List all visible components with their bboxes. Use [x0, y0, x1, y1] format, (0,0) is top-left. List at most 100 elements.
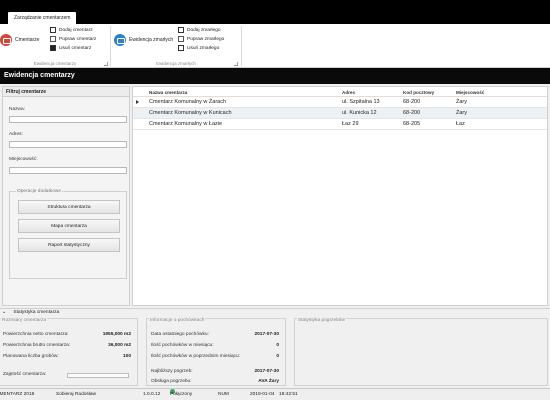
table-row[interactable]: Cmentarz Komunalny w Łazie Łaz 29 68-205…	[133, 119, 547, 130]
delete-deceased-label: Usuń zmarłego	[187, 45, 220, 51]
planned-graves-value: 100	[122, 354, 131, 359]
occupancy-progress-bar	[67, 373, 129, 378]
status-version: 1.0.0.12	[143, 392, 161, 397]
table-header: Nazwa cmentarza Adres Kod pocztowy Miejs…	[133, 87, 547, 97]
cell-address: ul. Kunicka 12	[342, 110, 377, 116]
statistics-header-label: Statystyka cmentarza	[13, 310, 60, 315]
city-input[interactable]	[9, 167, 127, 174]
page-title: Ewidencja cmentarzy	[0, 68, 550, 84]
cemetery-structure-button[interactable]: Struktura cmentarza	[18, 200, 120, 214]
gross-area-label: Powierzchnia brutto cmentarza:	[3, 343, 71, 348]
ribbon-tabbar: Zarządzanie cmentarzem	[0, 0, 550, 24]
add-deceased-button[interactable]: Dodaj zmarłego	[178, 27, 221, 33]
edit-deceased-button[interactable]: Popraw zmarłego	[178, 36, 224, 42]
burials-prev-month-label: Ilość pochówków w poprzednim miesiącu:	[151, 354, 241, 359]
edit-icon	[178, 36, 184, 42]
planned-graves-label: Planowana liczba grobów:	[3, 354, 59, 359]
statistics-panel-header[interactable]: ⌄ Statystyka cmentarza	[0, 308, 550, 316]
cell-postal-code: 68-205	[403, 121, 421, 127]
add-cemetery-button[interactable]: Dodaj cmentarz	[50, 27, 93, 33]
burials-info-box: Informacje o pochówkach Data ostatniego …	[146, 318, 286, 386]
cell-address: Łaz 29	[342, 121, 359, 127]
status-product: CMENTARZ 2018	[0, 392, 35, 397]
cell-city: Łaz	[456, 121, 465, 127]
main-area: Filtruj cmentarze Nazwa: Adres: Miejscow…	[0, 84, 550, 308]
deceased-register-label: Ewidencja zmarłych	[129, 37, 174, 43]
next-funeral-label: Najbliższy pogrzeb:	[151, 369, 193, 374]
net-area-value: 1955,000 m2	[102, 332, 131, 337]
ribbon-group-cemeteries: Cmentarze Dodaj cmentarz Popraw cmentarz…	[0, 24, 110, 68]
delete-icon	[178, 45, 184, 51]
column-header-postal-code[interactable]: Kod pocztowy	[403, 90, 434, 95]
address-label: Adres:	[9, 132, 23, 137]
cell-city: Żary	[456, 99, 467, 105]
add-cemetery-label: Dodaj cmentarz	[59, 27, 93, 33]
name-input[interactable]	[9, 116, 127, 123]
dialog-launcher-icon[interactable]	[104, 62, 108, 66]
ribbon: Cmentarze Dodaj cmentarz Popraw cmentarz…	[0, 24, 550, 68]
status-date: 2019-01-04	[250, 392, 275, 397]
cemeteries-button[interactable]: Cmentarze	[0, 34, 39, 46]
delete-deceased-button[interactable]: Usuń zmarłego	[178, 45, 219, 51]
funeral-service-label: Obsługa pogrzebu:	[151, 379, 192, 384]
cemetery-sizes-box: Rozmiary cmentarza Powierzchnia netto cm…	[0, 318, 138, 386]
statistical-report-button[interactable]: Raport statystyczny	[18, 238, 120, 252]
city-label: Miejscowość:	[9, 157, 38, 162]
additional-operations-group: Operacje dodatkowe Struktura cmentarza M…	[9, 189, 127, 279]
cell-postal-code: 68-200	[403, 110, 421, 116]
cell-name: Cmentarz Komunalny w Żarach	[149, 99, 227, 105]
delete-cemetery-label: Usuń cmentarz	[59, 45, 92, 51]
delete-icon	[50, 45, 56, 51]
funeral-statistics-title: Statystyka pogrzebów	[297, 318, 346, 323]
filter-title: Filtruj cmentarze	[3, 87, 129, 97]
status-num: NUM	[218, 392, 229, 397]
occupancy-label: Zajętość cmentarza:	[3, 372, 47, 377]
additional-operations-legend: Operacje dodatkowe	[16, 189, 62, 194]
filter-panel: Filtruj cmentarze Nazwa: Adres: Miejscow…	[2, 86, 130, 306]
column-header-name[interactable]: Nazwa cmentarza	[149, 90, 187, 95]
cemetery-icon	[0, 34, 12, 46]
deceased-icon	[114, 34, 126, 46]
tab-zarzadzanie-cmentarzem[interactable]: Zarządzanie cmentarzem	[8, 12, 77, 24]
funeral-service-value: AVA Żary	[258, 379, 279, 384]
ribbon-separator	[110, 26, 111, 66]
burials-prev-month-value: 0	[276, 354, 279, 359]
statistics-panel: Rozmiary cmentarza Powierzchnia netto cm…	[0, 316, 550, 388]
status-bar: CMENTARZ 2018 Sobieraj Radosław 1.0.0.12…	[0, 388, 550, 400]
address-input[interactable]	[9, 141, 127, 148]
cell-postal-code: 68-200	[403, 99, 421, 105]
cell-name: Cmentarz Komunalny w Kunicach	[149, 110, 232, 116]
edit-cemetery-button[interactable]: Popraw cmentarz	[50, 36, 96, 42]
column-header-city[interactable]: Miejscowość	[456, 90, 484, 95]
ribbon-group-label: Ewidencja zmarłych	[156, 61, 196, 66]
deceased-register-button[interactable]: Ewidencja zmarłych	[114, 34, 173, 46]
cell-name: Cmentarz Komunalny w Łazie	[149, 121, 223, 127]
edit-icon	[50, 36, 56, 42]
column-header-address[interactable]: Adres	[342, 90, 355, 95]
burials-this-month-label: Ilość pochówków w miesiącu:	[151, 343, 214, 348]
last-burial-label: Data ostatniego pochówku:	[151, 332, 209, 337]
cemetery-map-button[interactable]: Mapa cmentarza	[18, 219, 120, 233]
cemeteries-button-label: Cmentarze	[15, 37, 40, 43]
add-icon	[178, 27, 184, 33]
status-connection-label: Połączony	[170, 392, 193, 397]
add-deceased-label: Dodaj zmarłego	[187, 27, 221, 33]
dialog-launcher-icon[interactable]	[234, 62, 238, 66]
cell-city: Żary	[456, 110, 467, 116]
status-user: Sobieraj Radosław	[56, 392, 96, 397]
table-row[interactable]: Cmentarz Komunalny w Kunicach ul. Kunick…	[133, 108, 547, 119]
cemetery-sizes-title: Rozmiary cmentarza	[1, 318, 47, 323]
next-funeral-value: 2017-07-30	[254, 369, 279, 374]
add-icon	[50, 27, 56, 33]
funeral-statistics-box: Statystyka pogrzebów	[294, 318, 548, 386]
table-row[interactable]: Cmentarz Komunalny w Żarach ul. Szpitaln…	[133, 97, 547, 108]
name-label: Nazwa:	[9, 107, 25, 112]
edit-cemetery-label: Popraw cmentarz	[59, 36, 97, 42]
delete-cemetery-button[interactable]: Usuń cmentarz	[50, 45, 91, 51]
gross-area-value: 36,000 m2	[108, 343, 131, 348]
ribbon-separator	[241, 26, 242, 66]
ribbon-group-label: Ewidencja cmentarzy	[33, 61, 77, 66]
edit-deceased-label: Popraw zmarłego	[187, 36, 225, 42]
burials-this-month-value: 0	[276, 343, 279, 348]
current-row-icon	[136, 100, 139, 104]
